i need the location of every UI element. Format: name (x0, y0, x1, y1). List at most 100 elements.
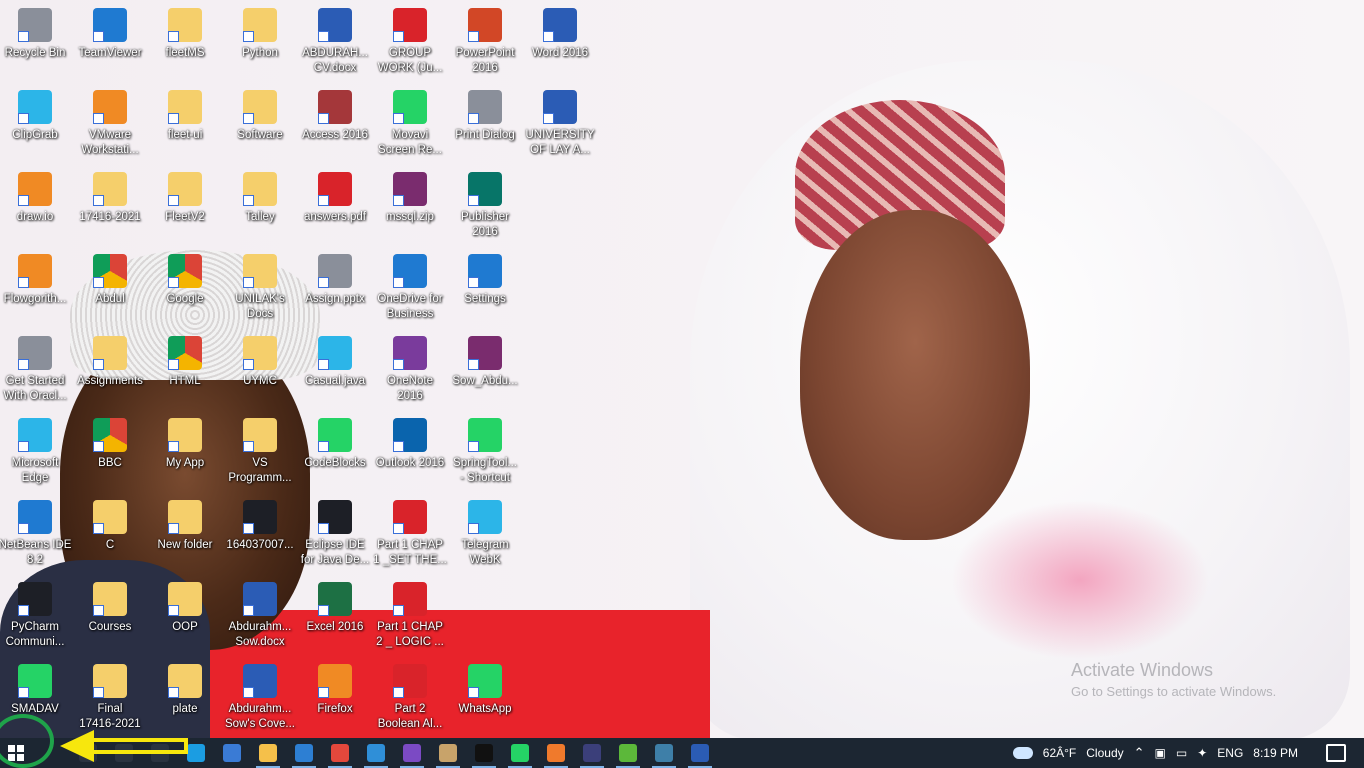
desktop-icon[interactable]: Access 2016 (298, 86, 372, 166)
weather-condition[interactable]: Cloudy (1086, 746, 1123, 760)
desktop-icon[interactable]: GROUP WORK (Ju... (373, 4, 447, 84)
taskbar-button[interactable] (394, 738, 430, 768)
taskbar-button[interactable] (502, 738, 538, 768)
taskbar-button[interactable] (358, 738, 394, 768)
desktop-icon[interactable]: TeamViewer (73, 4, 147, 84)
desktop-icon[interactable]: Telegram WebK (448, 496, 522, 576)
battery-icon[interactable]: ▭ (1176, 746, 1187, 760)
netbeans-icon (18, 500, 52, 534)
desktop-icon[interactable]: OneDrive for Business (373, 250, 447, 330)
desktop-icon[interactable]: C (73, 496, 147, 576)
desktop-icon[interactable]: draw.io (0, 168, 72, 248)
weather-temperature[interactable]: 62Â°F (1043, 746, 1076, 760)
desktop-icon[interactable]: OneNote 2016 (373, 332, 447, 412)
desktop-icon[interactable]: My App (148, 414, 222, 494)
desktop-icon[interactable]: mssql.zip (373, 168, 447, 248)
desktop-icon-label: Microsoft Edge (11, 457, 59, 484)
desktop-icon[interactable]: Movavi Screen Re... (373, 86, 447, 166)
desktop-icon[interactable]: PyCharm Communi... (0, 578, 72, 658)
desktop-icon[interactable]: Abdurahm... Sow's Cove... (223, 660, 297, 740)
desktop-icon[interactable]: ClipGrab (0, 86, 72, 166)
desktop-icon[interactable]: Settings (448, 250, 522, 330)
taskbar-button[interactable] (574, 738, 610, 768)
desktop-icon[interactable]: New folder (148, 496, 222, 576)
taskbar-button[interactable] (538, 738, 574, 768)
desktop-icon[interactable]: Recycle Bin (0, 4, 72, 84)
desktop-icon[interactable]: UNIVERSITY OF LAY A... (523, 86, 597, 166)
desktop-icon[interactable]: Assign.pptx (298, 250, 372, 330)
taskbar-button[interactable] (646, 738, 682, 768)
desktop-icon[interactable]: Flowgorith... (0, 250, 72, 330)
desktop-icon[interactable]: Get Started With Oracl... (0, 332, 72, 412)
desktop-icon[interactable]: VS Programm... (223, 414, 297, 494)
desktop-icon[interactable]: Outlook 2016 (373, 414, 447, 494)
desktop-icon[interactable]: Casual.java (298, 332, 372, 412)
desktop-icon[interactable]: Part 1 CHAP 1 _SET THE... (373, 496, 447, 576)
chrome-icon (331, 744, 349, 762)
taskbar-button[interactable] (610, 738, 646, 768)
desktop-icon[interactable]: Microsoft Edge (0, 414, 72, 494)
desktop-icon[interactable]: HTML (148, 332, 222, 412)
desktop-icon[interactable]: FleetV2 (148, 168, 222, 248)
desktop-icon[interactable]: Sow_Abdu... (448, 332, 522, 412)
desktop-icon[interactable]: WhatsApp (448, 660, 522, 740)
desktop-icon[interactable]: Print Dialog (448, 86, 522, 166)
desktop-icon[interactable]: UYMC (223, 332, 297, 412)
visual-studio-icon (403, 744, 421, 762)
taskbar-button[interactable] (682, 738, 718, 768)
desktop-icon[interactable]: VMware Workstati... (73, 86, 147, 166)
desktop-icon[interactable]: 164037007... (223, 496, 297, 576)
watermark-title: Activate Windows (1071, 660, 1214, 680)
weather-cloud-icon[interactable] (1012, 747, 1033, 759)
clock[interactable]: 8:19 PM (1253, 746, 1298, 760)
java-file-icon (318, 336, 352, 370)
desktop-icon-label: Firefox (317, 703, 353, 715)
desktop-icon[interactable]: CodeBlocks (298, 414, 372, 494)
taskbar-button[interactable] (214, 738, 250, 768)
desktop-icon[interactable]: Publisher 2016 (448, 168, 522, 248)
taskbar-button[interactable] (466, 738, 502, 768)
desktop-icon[interactable]: UNILAK's Docs (223, 250, 297, 330)
desktop-icon-label: mssql.zip (386, 211, 434, 223)
taskbar-button[interactable] (250, 738, 286, 768)
desktop-icon[interactable]: Assignments (73, 332, 147, 412)
wifi-icon[interactable]: ✦ (1197, 746, 1207, 760)
desktop-icon[interactable]: Software (223, 86, 297, 166)
notification-center-icon[interactable] (1326, 744, 1346, 762)
taskbar-button[interactable] (322, 738, 358, 768)
desktop-icon[interactable]: NetBeans IDE 8.2 (0, 496, 72, 576)
taskbar-button[interactable] (286, 738, 322, 768)
desktop-icon[interactable]: 17416-2021 (73, 168, 147, 248)
desktop-icon[interactable]: Word 2016 (523, 4, 597, 84)
desktop-icon[interactable]: Eclipse IDE for Java De... (298, 496, 372, 576)
desktop-icon[interactable]: Abdurahm... Sow.docx (223, 578, 297, 658)
desktop-icon[interactable]: Python (223, 4, 297, 84)
meet-now-icon[interactable]: ▣ (1155, 746, 1166, 760)
desktop-icon[interactable]: Excel 2016 (298, 578, 372, 658)
onedrive-icon (393, 254, 427, 288)
movavi-icon (393, 90, 427, 124)
desktop-icon[interactable]: Google (148, 250, 222, 330)
taskbar-button[interactable] (430, 738, 466, 768)
desktop-icon[interactable]: Firefox (298, 660, 372, 740)
desktop-icon[interactable]: Part 1 CHAP 2 _ LOGIC ... (373, 578, 447, 658)
desktop-icon[interactable]: Talley (223, 168, 297, 248)
desktop-icon-label: fleet-ui (167, 129, 203, 141)
desktop-icon[interactable]: Abdul (73, 250, 147, 330)
desktop-icon-label: WhatsApp (458, 703, 512, 715)
desktop-icon[interactable]: fleetMS (148, 4, 222, 84)
desktop-icon[interactable]: plate (148, 660, 222, 740)
desktop-icon[interactable]: ABDURAH... CV.docx (298, 4, 372, 84)
desktop-icon[interactable]: Courses (73, 578, 147, 658)
desktop-icon[interactable]: BBC (73, 414, 147, 494)
desktop-icon[interactable]: fleet-ui (148, 86, 222, 166)
desktop-icon[interactable]: Final 17416-2021 (73, 660, 147, 740)
chevron-up-icon[interactable]: ⌃ (1134, 745, 1145, 761)
desktop-icon[interactable]: OOP (148, 578, 222, 658)
desktop-icon[interactable]: SpringTool... - Shortcut (448, 414, 522, 494)
desktop-icon[interactable]: PowerPoint 2016 (448, 4, 522, 84)
desktop-icon[interactable]: answers.pdf (298, 168, 372, 248)
language-indicator[interactable]: ENG (1217, 746, 1243, 760)
desktop-icon-label: Eclipse IDE for Java De... (300, 539, 370, 566)
desktop-icon[interactable]: Part 2 Boolean Al... (373, 660, 447, 740)
